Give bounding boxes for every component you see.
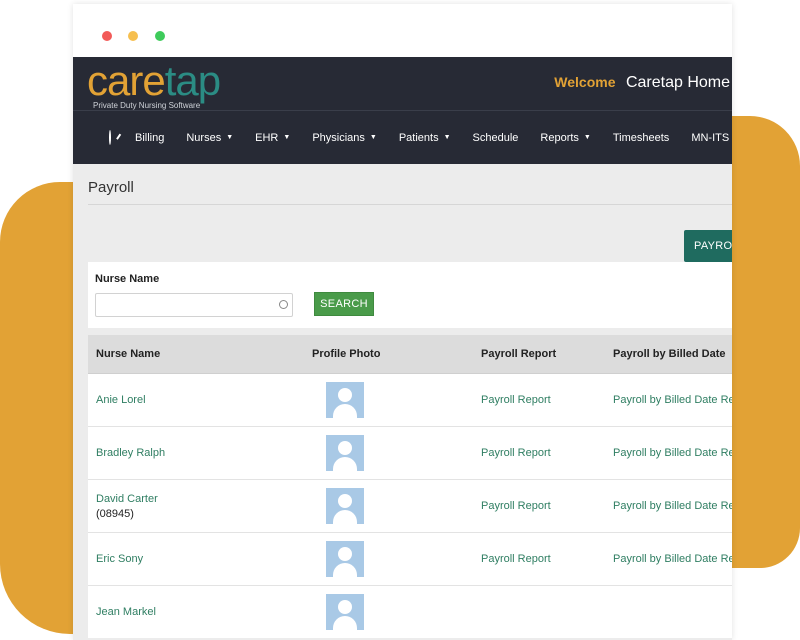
maximize-window-dot[interactable]	[155, 31, 165, 41]
app-header: caretap Private Duty Nursing Software We…	[73, 57, 732, 110]
avatar-person-icon	[338, 600, 352, 614]
nav-timesheets[interactable]: Timesheets	[613, 132, 669, 144]
table-row: Anie Lorel Payroll Report Payroll by Bil…	[88, 374, 732, 427]
nurse-name-link[interactable]: David Carter	[96, 493, 158, 505]
table-row: Bradley Ralph Payroll Report Payroll by …	[88, 427, 732, 480]
avatar-person-icon	[338, 388, 352, 402]
nav-reports[interactable]: Reports ▼	[540, 132, 590, 144]
autocomplete-circle-icon	[279, 300, 288, 309]
caret-down-icon: ▼	[226, 134, 234, 141]
nav-physicians[interactable]: Physicians ▼	[312, 132, 377, 144]
profile-photo-avatar	[326, 382, 364, 418]
avatar-body	[333, 563, 357, 577]
nav-label: Physicians	[312, 131, 365, 144]
table-header: Nurse Name Profile Photo Payroll Report …	[88, 335, 732, 374]
nurse-name-label: Nurse Name	[95, 273, 160, 285]
nav-label: Nurses	[186, 131, 222, 144]
welcome-label: Welcome	[554, 74, 616, 90]
avatar-person-icon	[338, 547, 352, 561]
payroll-table: Nurse Name Profile Photo Payroll Report …	[88, 335, 732, 638]
caret-down-icon: ▼	[283, 134, 291, 141]
header-payroll-report: Payroll Report	[481, 348, 557, 360]
nav-nurses[interactable]: Nurses ▼	[186, 132, 233, 144]
payroll-button[interactable]: PAYROL	[684, 230, 732, 262]
page-title: Payroll	[88, 179, 134, 196]
nav-patients[interactable]: Patients ▼	[399, 132, 451, 144]
profile-photo-avatar	[326, 594, 364, 630]
avatar-body	[333, 616, 357, 630]
table-row: Jean Markel	[88, 586, 732, 638]
header-nurse-name: Nurse Name	[96, 348, 161, 360]
payroll-billed-date-link[interactable]: Payroll by Billed Date Re	[613, 500, 732, 512]
profile-photo-avatar	[326, 541, 364, 577]
payroll-billed-date-link[interactable]: Payroll by Billed Date Re	[613, 394, 732, 406]
logo-care: care	[87, 57, 166, 104]
nav-label: Patients	[398, 131, 439, 144]
nav-label: Billing	[135, 131, 165, 144]
avatar-body	[333, 510, 357, 524]
welcome-user-name[interactable]: Caretap Home	[626, 74, 730, 91]
nav-billing[interactable]: Billing	[135, 132, 164, 144]
nurse-name-field-wrapper	[95, 293, 293, 317]
main-nav: Billing Nurses ▼ EHR ▼ Physicians ▼ Patient…	[73, 110, 732, 164]
close-window-dot[interactable]	[102, 31, 112, 41]
welcome-area: Welcome Caretap Home	[554, 74, 730, 92]
header-payroll-billed-date: Payroll by Billed Date	[613, 348, 726, 360]
nav-label: EHR	[255, 131, 279, 144]
minimize-window-dot[interactable]	[128, 31, 138, 41]
payroll-billed-date-link[interactable]: Payroll by Billed Date Re	[613, 553, 732, 565]
payroll-report-link[interactable]: Payroll Report	[481, 500, 551, 512]
header-profile-photo: Profile Photo	[312, 348, 381, 360]
nav-label: Schedule	[472, 131, 519, 144]
caret-down-icon: ▼	[369, 134, 377, 141]
nav-label: Timesheets	[612, 131, 670, 144]
title-divider	[88, 204, 732, 205]
nav-label: MN-ITS	[691, 131, 730, 144]
payroll-report-link[interactable]: Payroll Report	[481, 394, 551, 406]
browser-window: caretap Private Duty Nursing Software We…	[73, 4, 732, 640]
nav-schedule[interactable]: Schedule	[473, 132, 519, 144]
dashboard-gauge-icon[interactable]	[109, 130, 111, 145]
logo-tagline: Private Duty Nursing Software	[93, 101, 201, 110]
avatar-body	[333, 457, 357, 471]
profile-photo-avatar	[326, 488, 364, 524]
nurse-id: (08945)	[96, 508, 134, 520]
payroll-report-link[interactable]: Payroll Report	[481, 447, 551, 459]
avatar-body	[333, 404, 357, 418]
nav-ehr[interactable]: EHR ▼	[255, 132, 290, 144]
logo-wordmark: caretap	[87, 60, 257, 102]
nurse-name-input[interactable]	[96, 294, 278, 314]
nav-label: Reports	[540, 131, 579, 144]
payroll-report-link[interactable]: Payroll Report	[481, 553, 551, 565]
nurse-name-link[interactable]: Bradley Ralph	[96, 447, 165, 459]
avatar-person-icon	[338, 441, 352, 455]
logo-tap: tap	[164, 57, 221, 104]
caret-down-icon: ▼	[443, 134, 451, 141]
avatar-person-icon	[338, 494, 352, 508]
window-titlebar	[73, 4, 732, 57]
nurse-name-link[interactable]: Eric Sony	[96, 553, 143, 565]
caretap-logo[interactable]: caretap Private Duty Nursing Software	[87, 60, 257, 111]
nav-mn-its[interactable]: MN-ITS	[691, 132, 729, 144]
nurse-name-link[interactable]: Jean Markel	[96, 606, 156, 618]
table-row: Eric Sony Payroll Report Payroll by Bill…	[88, 533, 732, 586]
payroll-billed-date-link[interactable]: Payroll by Billed Date Re	[613, 447, 732, 459]
nurse-name-link[interactable]: Anie Lorel	[96, 394, 146, 406]
search-button[interactable]: SEARCH	[314, 292, 374, 316]
search-panel: Nurse Name SEARCH	[88, 262, 732, 328]
profile-photo-avatar	[326, 435, 364, 471]
caret-down-icon: ▼	[583, 134, 591, 141]
table-row: David Carter (08945) Payroll Report Payr…	[88, 480, 732, 533]
